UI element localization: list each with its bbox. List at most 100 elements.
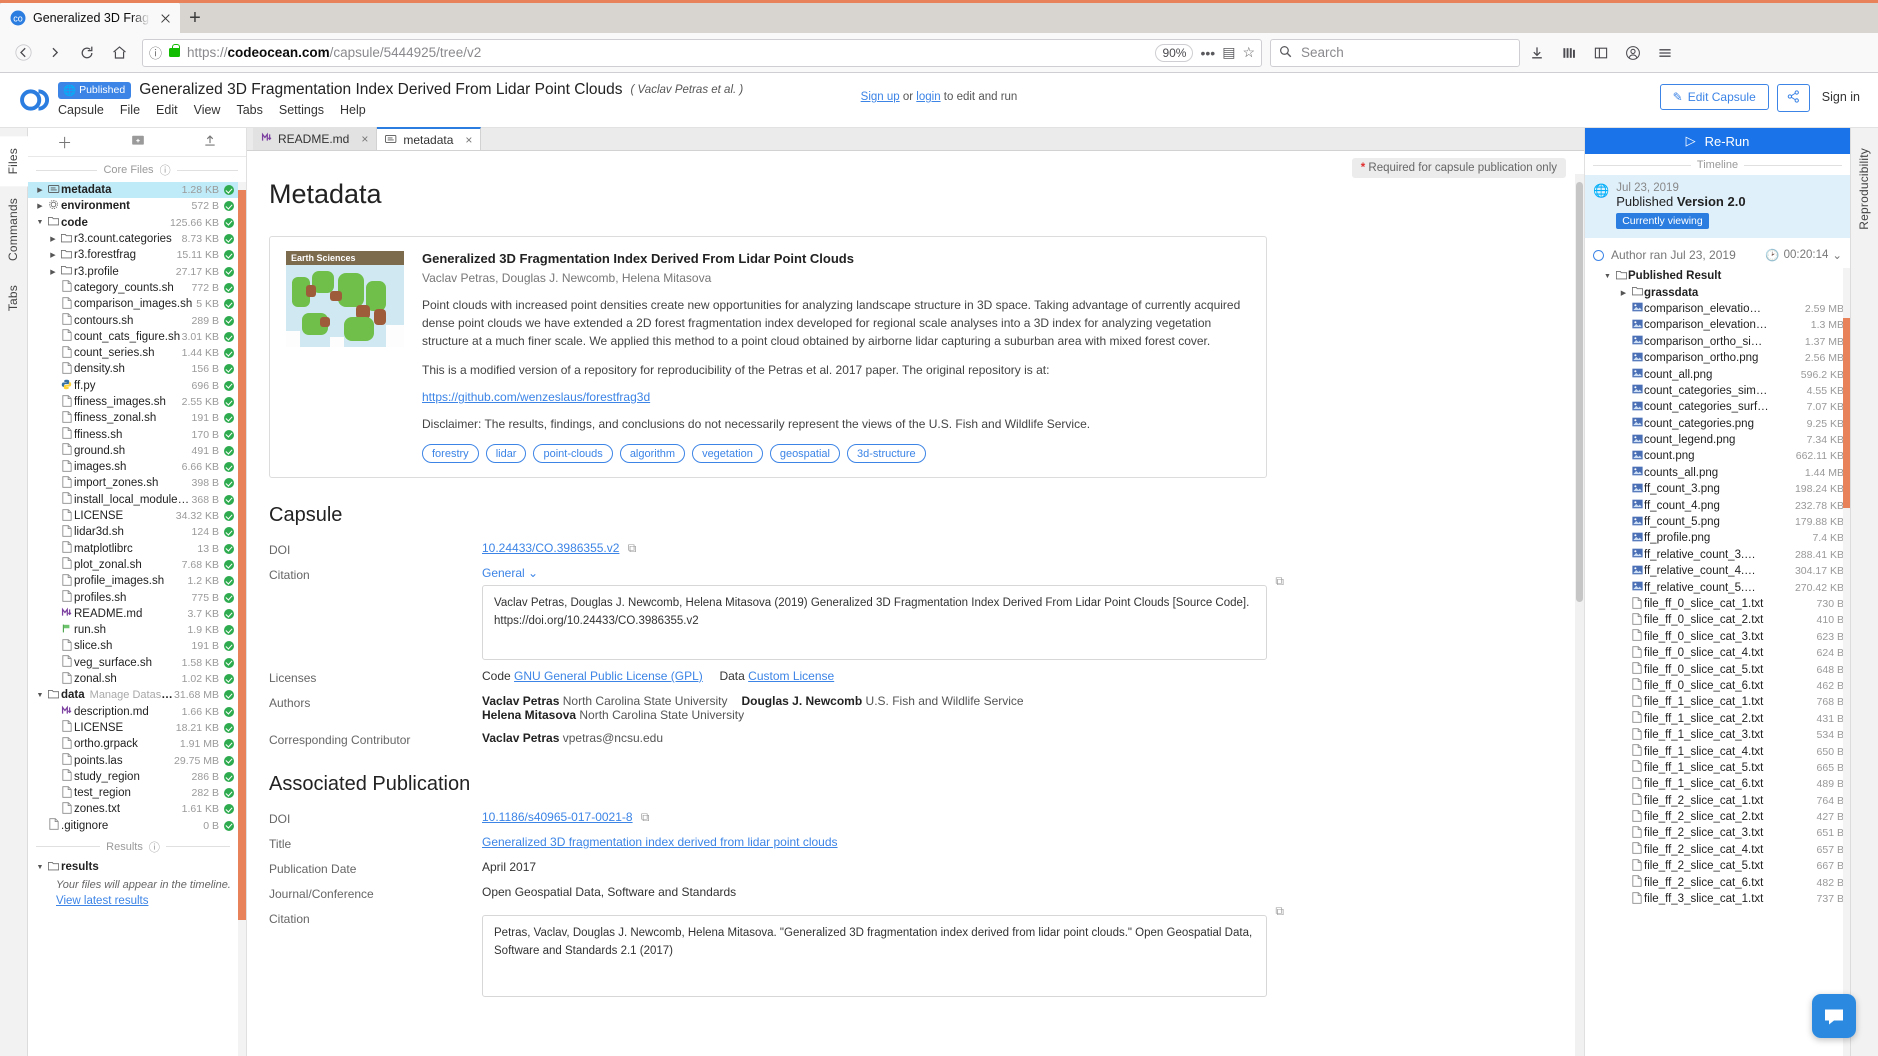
file-row[interactable]: study_region 286 B (28, 769, 238, 785)
new-folder-icon[interactable] (131, 133, 145, 151)
github-repo-link[interactable]: https://github.com/wenzeslaus/forestfrag… (422, 390, 1250, 404)
publication-title-link[interactable]: Generalized 3D fragmentation index deriv… (482, 835, 838, 849)
upload-icon[interactable] (203, 133, 217, 151)
file-row[interactable]: profile_images.sh 1.2 KB (28, 573, 238, 589)
file-row[interactable]: ortho.grpack 1.91 MB (28, 736, 238, 752)
file-row[interactable]: count_cats_figure.sh 3.01 KB (28, 329, 238, 345)
help-icon[interactable]: ⓘ (149, 839, 160, 855)
zoom-level-badge[interactable]: 90% (1155, 43, 1194, 62)
timeline-file-row[interactable]: file_ff_2_slice_cat_4.txt 657 B (1585, 842, 1850, 858)
timeline-file-row[interactable]: file_ff_2_slice_cat_1.txt 764 B (1585, 793, 1850, 809)
timeline-file-row[interactable]: count_categories_surf… 7.07 KB (1585, 399, 1850, 415)
files-scrollbar[interactable] (238, 182, 246, 1056)
timeline-file-row[interactable]: file_ff_2_slice_cat_3.txt 651 B (1585, 825, 1850, 841)
timeline-file-row[interactable]: ff_profile.png 7.4 KB (1585, 530, 1850, 546)
timeline-file-row[interactable]: ff_count_4.png 232.78 KB (1585, 497, 1850, 513)
menu-settings[interactable]: Settings (279, 103, 324, 117)
document-scrollbar-thumb[interactable] (1576, 182, 1583, 602)
file-row[interactable]: LICENSE 18.21 KB (28, 720, 238, 736)
home-icon[interactable] (104, 39, 134, 67)
file-row[interactable]: test_region 282 B (28, 785, 238, 801)
file-row[interactable]: points.las 29.75 MB (28, 752, 238, 768)
expand-caret-icon[interactable]: ▶ (34, 186, 46, 194)
copy-icon[interactable]: ⧉ (1275, 572, 1284, 591)
copy-icon[interactable]: ⧉ (1275, 902, 1284, 921)
menu-tabs[interactable]: Tabs (236, 103, 262, 117)
copy-icon[interactable]: ⧉ (628, 541, 637, 555)
chat-button[interactable] (1812, 994, 1856, 1038)
add-icon[interactable]: ＋ (57, 132, 72, 153)
timeline-file-row[interactable]: ff_count_3.png 198.24 KB (1585, 481, 1850, 497)
file-row[interactable]: images.sh 6.66 KB (28, 459, 238, 475)
rail-tab-files[interactable]: Files (0, 136, 28, 187)
file-row[interactable]: ▶ environment 572 B (28, 198, 238, 214)
file-row[interactable]: slice.sh 191 B (28, 638, 238, 654)
timeline-file-row[interactable]: file_ff_1_slice_cat_2.txt 431 B (1585, 711, 1850, 727)
forward-icon[interactable] (40, 39, 70, 67)
timeline-file-row[interactable]: file_ff_0_slice_cat_4.txt 624 B (1585, 645, 1850, 661)
timeline-file-row[interactable]: file_ff_2_slice_cat_5.txt 667 B (1585, 858, 1850, 874)
capsule-doi-link[interactable]: 10.24433/CO.3986355.v2 (482, 541, 619, 555)
file-row[interactable]: density.sh 156 B (28, 361, 238, 377)
menu-view[interactable]: View (194, 103, 221, 117)
file-row[interactable]: LICENSE 34.32 KB (28, 508, 238, 524)
bookmark-star-icon[interactable]: ☆ (1242, 44, 1255, 61)
timeline-file-row[interactable]: ▶ grassdata (1585, 284, 1850, 300)
file-row[interactable]: ffiness_images.sh 2.55 KB (28, 394, 238, 410)
timeline-file-row[interactable]: ff_relative_count_4.… 304.17 KB (1585, 563, 1850, 579)
timeline-file-row[interactable]: file_ff_2_slice_cat_6.txt 482 B (1585, 874, 1850, 890)
tag-chip[interactable]: forestry (422, 444, 479, 463)
file-row[interactable]: category_counts.sh 772 B (28, 280, 238, 296)
page-info-icon[interactable]: ⓘ (149, 43, 162, 62)
timeline-run-entry[interactable]: Author ran Jul 23, 2019 🕑 00:20:14 ⌄ (1585, 238, 1850, 268)
reload-icon[interactable] (72, 39, 102, 67)
capsule-citation-box[interactable]: ⧉ Vaclav Petras, Douglas J. Newcomb, Hel… (482, 574, 1284, 660)
menu-edit[interactable]: Edit (156, 103, 178, 117)
menu-file[interactable]: File (120, 103, 140, 117)
tag-chip[interactable]: 3d-structure (846, 444, 926, 463)
editor-tab[interactable]: metadata × (377, 127, 482, 150)
signup-link[interactable]: Sign up (861, 91, 900, 103)
file-row[interactable]: plot_zonal.sh 7.68 KB (28, 557, 238, 573)
timeline-file-row[interactable]: count_legend.png 7.34 KB (1585, 432, 1850, 448)
file-row[interactable]: matplotlibrc 13 B (28, 541, 238, 557)
timeline-file-row[interactable]: file_ff_1_slice_cat_5.txt 665 B (1585, 760, 1850, 776)
expand-caret-icon[interactable]: ▼ (1601, 273, 1614, 280)
rail-tab-tabs[interactable]: Tabs (0, 273, 26, 323)
expand-caret-icon[interactable]: ▼ (34, 864, 46, 871)
help-icon[interactable]: ⓘ (160, 162, 171, 178)
tag-chip[interactable]: lidar (485, 444, 527, 463)
tag-chip[interactable]: algorithm (619, 444, 686, 463)
timeline-file-row[interactable]: ff_relative_count_3.… 288.41 KB (1585, 547, 1850, 563)
license-code-link[interactable]: GNU General Public License (GPL) (514, 669, 703, 683)
account-icon[interactable] (1618, 39, 1648, 67)
timeline-file-row[interactable]: file_ff_1_slice_cat_6.txt 489 B (1585, 776, 1850, 792)
rail-tab-commands[interactable]: Commands (0, 186, 26, 273)
close-icon[interactable]: × (459, 133, 472, 147)
file-row[interactable]: README.md 3.7 KB (28, 606, 238, 622)
expand-caret-icon[interactable]: ▶ (47, 268, 59, 276)
menu-capsule[interactable]: Capsule (58, 103, 104, 117)
file-row[interactable]: ffiness_zonal.sh 191 B (28, 410, 238, 426)
timeline-file-row[interactable]: file_ff_1_slice_cat_4.txt 650 B (1585, 743, 1850, 759)
view-latest-results-link[interactable]: View latest results (28, 893, 238, 909)
expand-caret-icon[interactable]: ▶ (34, 202, 46, 210)
file-row[interactable]: ▶ r3.profile 27.17 KB (28, 263, 238, 279)
login-link[interactable]: login (916, 91, 940, 103)
expand-caret-icon[interactable]: ▶ (47, 235, 59, 243)
page-actions-icon[interactable]: ••• (1200, 45, 1215, 61)
timeline-file-row[interactable]: count_categories.png 9.25 KB (1585, 416, 1850, 432)
document-scrollbar[interactable] (1575, 174, 1584, 1056)
file-row[interactable]: veg_surface.sh 1.58 KB (28, 655, 238, 671)
file-row[interactable]: ground.sh 491 B (28, 443, 238, 459)
timeline-file-row[interactable]: count_all.png 596.2 KB (1585, 366, 1850, 382)
file-row[interactable]: ff.py 696 B (28, 378, 238, 394)
timeline-file-row[interactable]: count.png 662.11 KB (1585, 448, 1850, 464)
file-tree[interactable]: ▶ metadata 1.28 KB ▶ environment 572 B ▼ code 12… (28, 182, 238, 1056)
share-button[interactable] (1776, 84, 1810, 112)
file-row[interactable]: description.md 1.66 KB (28, 704, 238, 720)
timeline-file-row[interactable]: ▼ Published Result (1585, 268, 1850, 284)
close-icon[interactable]: × (355, 132, 368, 146)
url-bar[interactable]: ⓘ https://codeocean.com/capsule/5444925/… (142, 38, 1262, 67)
files-scrollbar-thumb[interactable] (238, 190, 246, 920)
